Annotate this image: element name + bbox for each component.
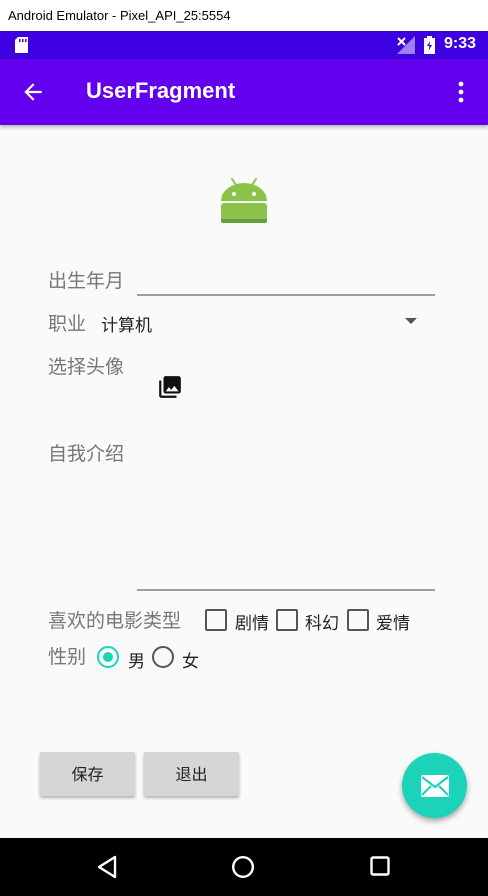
radio-male[interactable] bbox=[97, 646, 119, 668]
job-label: 职业 bbox=[48, 313, 87, 335]
job-selected-value: 计算机 bbox=[101, 316, 152, 336]
birth-input[interactable] bbox=[137, 262, 439, 298]
status-time: 9:33 bbox=[444, 35, 477, 52]
checkbox-romance-label: 爱情 bbox=[376, 614, 410, 634]
photo-library-icon[interactable] bbox=[157, 374, 183, 400]
avatar-label: 选择头像 bbox=[48, 356, 125, 378]
battery-charging-icon bbox=[424, 36, 435, 54]
checkbox-romance[interactable] bbox=[347, 609, 369, 631]
movie-type-label: 喜欢的电影类型 bbox=[48, 610, 182, 632]
birth-underline bbox=[137, 294, 435, 296]
signal-off-icon bbox=[397, 36, 415, 54]
checkbox-scifi[interactable] bbox=[276, 609, 298, 631]
intro-label: 自我介绍 bbox=[48, 443, 125, 465]
save-button[interactable]: 保存 bbox=[40, 752, 135, 796]
android-logo-icon bbox=[221, 178, 267, 223]
checkbox-drama-label: 剧情 bbox=[235, 614, 269, 634]
emulator-title-bar: Android Emulator - Pixel_API_25:5554 bbox=[0, 0, 488, 31]
page-title: UserFragment bbox=[86, 78, 236, 103]
nav-recents-icon[interactable] bbox=[370, 856, 390, 876]
radio-female[interactable] bbox=[152, 646, 174, 668]
more-vert-icon[interactable] bbox=[452, 79, 470, 105]
exit-button[interactable]: 退出 bbox=[144, 752, 239, 796]
email-fab[interactable] bbox=[402, 753, 467, 818]
arrow-back-icon[interactable] bbox=[20, 79, 46, 105]
app-bar: UserFragment bbox=[0, 59, 488, 125]
gender-label: 性别 bbox=[48, 646, 87, 668]
checkbox-scifi-label: 科幻 bbox=[305, 614, 339, 634]
intro-underline bbox=[137, 589, 435, 591]
email-icon bbox=[421, 775, 449, 797]
nav-home-icon[interactable] bbox=[231, 855, 255, 879]
intro-input[interactable] bbox=[137, 430, 439, 594]
status-bar: 9:33 bbox=[0, 31, 488, 59]
window-title: Android Emulator - Pixel_API_25:5554 bbox=[8, 8, 231, 23]
checkbox-drama[interactable] bbox=[205, 609, 227, 631]
dropdown-arrow-icon bbox=[405, 318, 417, 324]
nav-back-icon[interactable] bbox=[96, 855, 118, 879]
birth-label: 出生年月 bbox=[48, 270, 125, 292]
job-spinner[interactable]: 计算机 bbox=[95, 308, 425, 338]
radio-male-label: 男 bbox=[128, 652, 145, 672]
sd-card-icon bbox=[15, 37, 28, 53]
radio-female-label: 女 bbox=[182, 652, 199, 672]
navigation-bar bbox=[0, 838, 488, 896]
